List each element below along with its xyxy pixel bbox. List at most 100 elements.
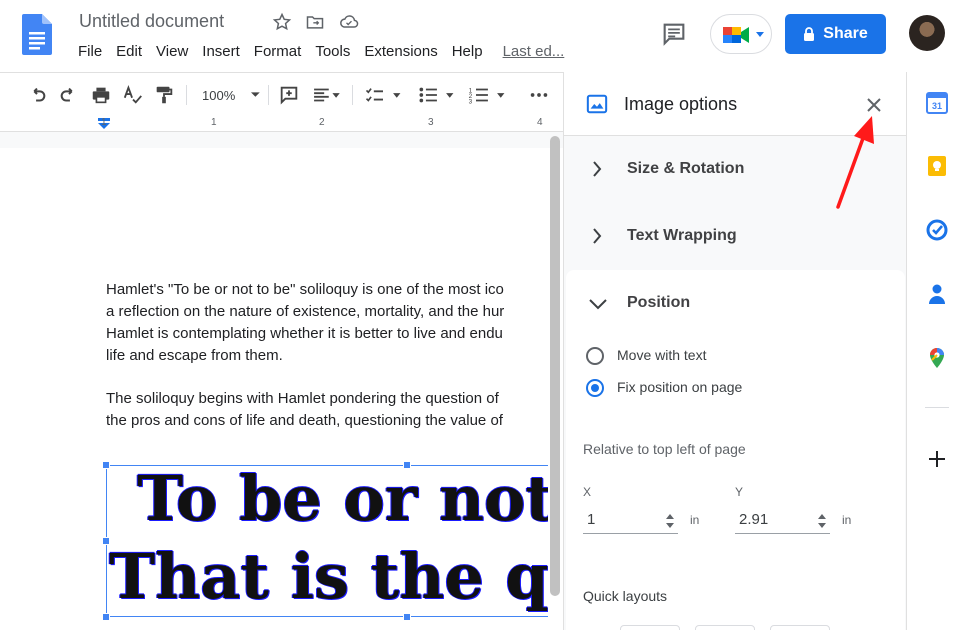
quick-layout-option[interactable] <box>620 625 680 630</box>
position-section: Position Move with text Fix position on … <box>566 270 905 630</box>
move-with-text-radio[interactable] <box>586 347 604 365</box>
zoom-select[interactable]: 100% <box>196 83 260 107</box>
add-comment-icon[interactable] <box>278 83 300 107</box>
paint-format-icon[interactable] <box>153 83 175 107</box>
image-text-line1: To be or not to <box>137 462 548 535</box>
cloud-saved-icon[interactable] <box>338 12 359 32</box>
app-header: Untitled document File Edit View Insert … <box>0 0 964 72</box>
menu-file[interactable]: File <box>78 43 102 60</box>
fix-position-label[interactable]: Fix position on page <box>617 379 742 395</box>
ruler-label: 1 <box>101 117 107 128</box>
print-icon[interactable] <box>90 83 112 107</box>
panel-title: Image options <box>624 94 738 114</box>
toolbar-divider <box>352 85 353 105</box>
checklist-icon[interactable] <box>362 83 404 107</box>
y-position-input[interactable]: 2.91 <box>735 506 830 534</box>
text-wrapping-section[interactable]: Text Wrapping <box>564 203 907 269</box>
quick-layouts-label: Quick layouts <box>583 588 668 604</box>
menu-help[interactable]: Help <box>452 43 483 60</box>
document-title[interactable]: Untitled document <box>79 11 224 32</box>
text-line: The soliloquy begins with Hamlet ponderi… <box>106 390 499 407</box>
text-line: a reflection on the nature of existence,… <box>106 303 505 320</box>
toolbar-divider <box>268 85 269 105</box>
stepper-icon[interactable] <box>665 512 675 530</box>
text-line: the pros and cons of life and death, que… <box>106 412 503 429</box>
avatar[interactable] <box>909 15 945 51</box>
x-label: X <box>583 485 592 499</box>
menu-bar: File Edit View Insert Format Tools Exten… <box>78 43 578 60</box>
resize-handle[interactable] <box>102 613 110 621</box>
close-icon[interactable] <box>866 97 882 113</box>
spellcheck-icon[interactable] <box>122 83 144 107</box>
calendar-icon[interactable]: 31 <box>926 92 948 114</box>
relative-label: Relative to top left of page <box>583 441 746 457</box>
resize-handle[interactable] <box>403 613 411 621</box>
redo-icon[interactable] <box>58 83 80 107</box>
document-scrollbar[interactable] <box>550 136 560 596</box>
position-label[interactable]: Position <box>627 294 690 312</box>
add-icon[interactable] <box>926 448 948 470</box>
quick-layout-option[interactable] <box>770 625 830 630</box>
selected-image[interactable]: To be or not to That is the que <box>106 462 548 617</box>
align-icon[interactable] <box>310 83 342 107</box>
ruler-label: 2 <box>319 117 325 128</box>
bulleted-list-icon[interactable] <box>415 83 457 107</box>
quick-layout-option[interactable] <box>695 625 755 630</box>
ruler: 1 1 2 3 4 <box>0 116 563 132</box>
share-button[interactable]: Share <box>785 14 886 54</box>
paragraph[interactable]: Hamlet's "To be or not to be" soliloquy … <box>106 279 504 367</box>
formatting-toolbar: 100% 123 <box>0 72 563 116</box>
image-text-line2: That is the que <box>109 540 548 613</box>
stepper-icon[interactable] <box>817 512 827 530</box>
resize-handle[interactable] <box>102 461 110 469</box>
y-label: Y <box>735 485 744 499</box>
ruler-label: 3 <box>428 117 434 128</box>
contacts-icon[interactable] <box>926 283 948 305</box>
maps-icon[interactable] <box>926 347 948 369</box>
chevron-down-icon <box>251 92 260 97</box>
image-icon <box>586 94 608 114</box>
move-with-text-label[interactable]: Move with text <box>617 347 706 363</box>
chevron-down-icon <box>756 32 764 37</box>
menu-format[interactable]: Format <box>254 43 302 60</box>
paragraph[interactable]: The soliloquy begins with Hamlet ponderi… <box>106 388 503 432</box>
toolbar-divider <box>186 85 187 105</box>
chevron-down-icon[interactable] <box>588 298 608 310</box>
svg-text:31: 31 <box>932 101 942 111</box>
move-folder-icon[interactable] <box>305 12 325 32</box>
size-rotation-label: Size & Rotation <box>627 160 745 177</box>
x-position-input[interactable]: 1 <box>583 506 678 534</box>
last-edit-link[interactable]: Last ed... <box>503 43 565 60</box>
menu-view[interactable]: View <box>156 43 188 60</box>
star-icon[interactable] <box>272 12 292 32</box>
more-options-icon[interactable] <box>528 83 550 107</box>
menu-insert[interactable]: Insert <box>202 43 240 60</box>
undo-icon[interactable] <box>26 83 48 107</box>
annotation-arrow-icon <box>836 116 874 209</box>
menu-extensions[interactable]: Extensions <box>364 43 437 60</box>
numbered-list-icon[interactable]: 123 <box>466 83 508 107</box>
svg-text:3: 3 <box>469 98 473 105</box>
page-gutter <box>0 132 563 148</box>
resize-handle[interactable] <box>102 537 110 545</box>
rail-divider <box>925 407 949 408</box>
resize-handle[interactable] <box>403 461 411 469</box>
text-line: Hamlet is contemplating whether it is be… <box>106 325 503 342</box>
zoom-value: 100% <box>202 87 236 103</box>
tasks-icon[interactable] <box>926 219 948 241</box>
chevron-right-icon <box>593 228 602 244</box>
ruler-label: 1 <box>211 117 217 128</box>
chevron-right-icon <box>593 161 602 177</box>
document-page[interactable]: Hamlet's "To be or not to be" soliloquy … <box>0 148 548 630</box>
comments-icon[interactable] <box>660 20 688 48</box>
x-unit: in <box>690 513 700 527</box>
menu-tools[interactable]: Tools <box>315 43 350 60</box>
meet-button[interactable] <box>710 14 772 54</box>
meet-icon <box>723 27 749 43</box>
keep-icon[interactable] <box>926 155 948 177</box>
menu-edit[interactable]: Edit <box>116 43 142 60</box>
fix-position-radio[interactable] <box>586 379 604 397</box>
text-line: life and escape from them. <box>106 347 283 364</box>
docs-logo-icon[interactable] <box>22 14 52 55</box>
y-unit: in <box>842 513 852 527</box>
